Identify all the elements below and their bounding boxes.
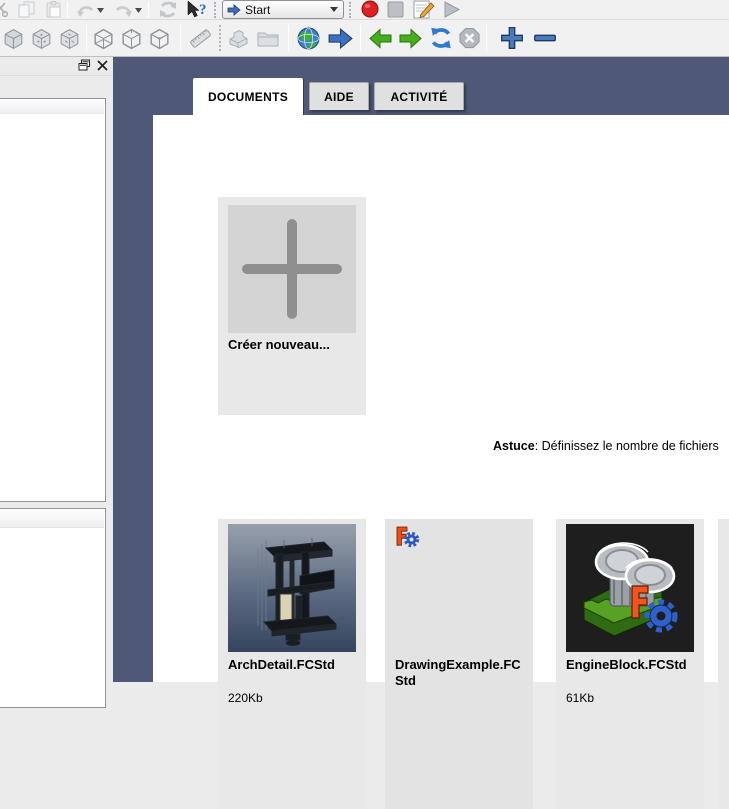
zoom-out-icon[interactable] — [532, 25, 558, 51]
float-icon[interactable] — [78, 59, 91, 72]
tab-aide-label: AIDE — [324, 90, 354, 104]
tip-line: Astuce: Définissez le nombre de fichiers — [493, 439, 719, 453]
whats-this-icon[interactable]: ? — [185, 1, 209, 19]
toolbar-drag-handle[interactable] — [219, 25, 222, 51]
file-card-engineblock[interactable]: EngineBlock.FCStd 61Kb — [556, 519, 704, 809]
redo-icon[interactable] — [114, 2, 133, 18]
macro-stop-icon[interactable] — [385, 0, 407, 19]
undo-icon[interactable] — [76, 2, 95, 18]
tree-view-panel[interactable] — [0, 98, 106, 502]
file-size: 61Kb — [566, 691, 594, 705]
tab-activite-label: ACTIVITÉ — [390, 90, 447, 104]
macro-record-icon[interactable] — [359, 0, 381, 19]
measure-icon[interactable] — [188, 25, 213, 52]
separator — [148, 2, 149, 18]
browser-forward-icon[interactable] — [398, 26, 422, 51]
separator — [288, 25, 289, 51]
draw-style-box-5-icon[interactable] — [119, 25, 144, 52]
freecad-file-icon — [395, 526, 420, 549]
create-new-card[interactable]: Créer nouveau... — [218, 197, 366, 415]
browser-reload-icon[interactable] — [428, 25, 454, 51]
browser-back-icon[interactable] — [369, 26, 393, 51]
macro-edit-icon[interactable] — [412, 0, 436, 19]
property-panel[interactable] — [0, 508, 106, 708]
web-icon[interactable] — [296, 26, 321, 51]
undo-dropdown-icon[interactable] — [95, 4, 106, 16]
svg-text:?: ? — [199, 2, 207, 18]
redo-dropdown-icon[interactable] — [133, 4, 144, 16]
draw-style-box-3-icon[interactable] — [57, 25, 82, 52]
create-new-label: Créer nouveau... — [228, 337, 358, 353]
engineblock-thumbnail — [566, 524, 694, 652]
paste-icon[interactable] — [45, 1, 63, 18]
file-name: EngineBlock.FCStd — [566, 657, 696, 673]
refresh-icon[interactable] — [157, 1, 179, 18]
draw-style-box-6-icon[interactable] — [147, 25, 172, 52]
cut-icon[interactable] — [0, 2, 9, 17]
separator — [86, 25, 87, 51]
separator — [67, 2, 68, 18]
file-card-drawingexample[interactable]: DrawingExample.FCStd — [385, 519, 533, 809]
separator — [180, 25, 181, 51]
start-arrow-icon[interactable] — [327, 26, 354, 51]
property-panel-header — [0, 510, 104, 528]
dock-titlebar[interactable] — [0, 57, 113, 76]
create-part-icon[interactable] — [227, 26, 251, 50]
start-page-content: Créer nouveau... Astuce: Définissez le n… — [153, 115, 729, 682]
macro-play-icon[interactable] — [440, 0, 462, 19]
tab-activite[interactable]: ACTIVITÉ — [374, 82, 464, 110]
toolbar-drag-handle[interactable] — [214, 2, 217, 18]
start-page-tabbar: DOCUMENTS AIDE ACTIVITÉ — [113, 78, 729, 115]
workbench-arrow-icon — [227, 4, 241, 16]
separator — [360, 25, 361, 51]
close-icon[interactable] — [96, 59, 109, 72]
left-dock — [0, 57, 113, 682]
file-size: 220Kb — [228, 691, 263, 705]
file-card-partial[interactable] — [718, 519, 729, 809]
file-name: DrawingExample.FCStd — [395, 657, 525, 690]
file-name: ArchDetail.FCStd — [228, 657, 358, 673]
draw-style-box-2-icon[interactable] — [29, 25, 54, 52]
tip-bold: Astuce — [493, 439, 535, 453]
tab-documents-label: DOCUMENTS — [208, 90, 288, 104]
file-card-archdetail[interactable]: ArchDetail.FCStd 220Kb — [218, 519, 366, 809]
copy-icon[interactable] — [17, 1, 36, 18]
browser-stop-icon[interactable] — [458, 26, 481, 50]
toolbar-row-standard: ? Start — [0, 0, 729, 20]
mdi-area: DOCUMENTS AIDE ACTIVITÉ Créer nouveau...… — [113, 57, 729, 682]
create-group-icon[interactable] — [256, 27, 280, 49]
archdetail-thumbnail — [228, 524, 356, 652]
workbench-selector-value: Start — [245, 3, 330, 17]
tab-documents[interactable]: DOCUMENTS — [193, 78, 303, 115]
toolbar: ? Start — [0, 0, 729, 57]
zoom-in-icon[interactable] — [499, 25, 525, 51]
workbench-selector[interactable]: Start — [222, 0, 344, 19]
tree-view-header — [0, 100, 104, 114]
separator — [486, 25, 487, 51]
plus-icon — [228, 205, 356, 333]
toolbar-row-view — [0, 20, 729, 56]
draw-style-box-4-icon[interactable] — [91, 25, 116, 52]
tip-text: : Définissez le nombre de fichiers — [535, 439, 719, 453]
draw-style-box-1-icon[interactable] — [1, 25, 26, 52]
tab-aide[interactable]: AIDE — [309, 82, 369, 110]
chevron-down-icon — [330, 7, 338, 12]
toolbar-drag-handle[interactable] — [349, 2, 352, 18]
